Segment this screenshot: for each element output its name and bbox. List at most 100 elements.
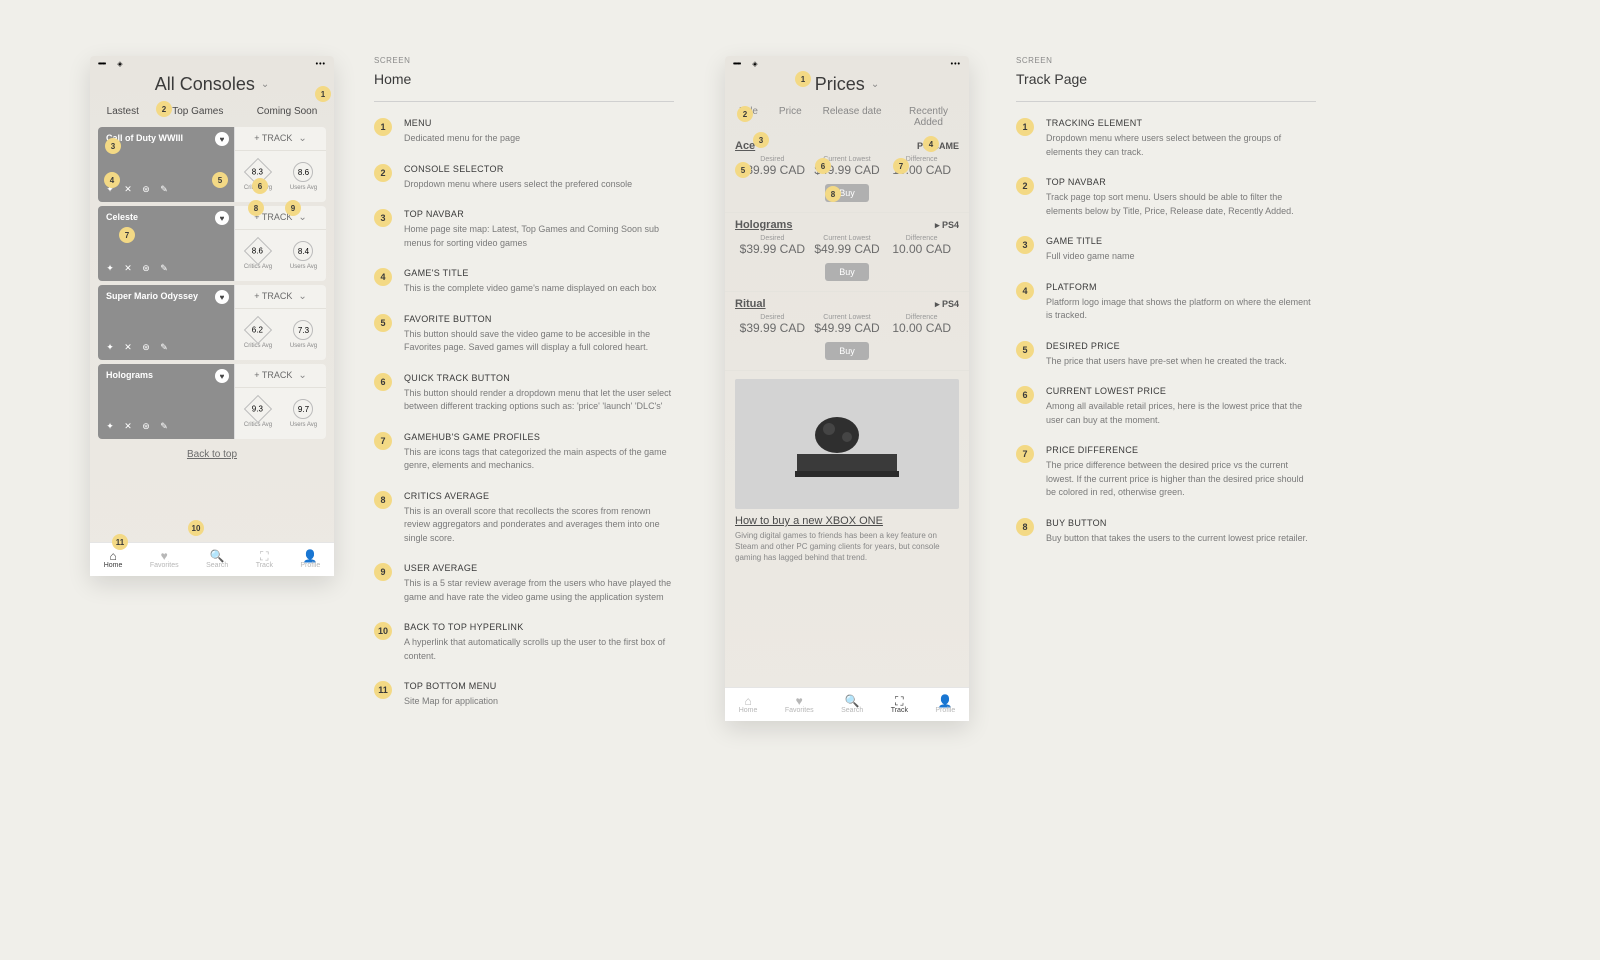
callout-badge: 7 — [119, 227, 135, 243]
annotation-item: 8 BUY BUTTON Buy button that takes the u… — [1016, 518, 1316, 546]
nav-search[interactable]: 🔍Search — [206, 550, 228, 569]
nav-home[interactable]: ⌂Home — [739, 695, 758, 714]
annotation-item: 3 TOP NAVBAR Home page site map: Latest,… — [374, 209, 674, 250]
annotation-number: 9 — [374, 563, 392, 581]
nav-track[interactable]: ⛶Track — [256, 550, 273, 569]
annotation-number: 1 — [374, 118, 392, 136]
annotation-item: 5 DESIRED PRICE The price that users hav… — [1016, 341, 1316, 369]
game-card: Celeste ♥ ✦ ✕ ⊛ ✎ + TRACK⌄ 8.6 Critics A… — [98, 206, 326, 281]
favorite-button[interactable]: ♥ — [215, 132, 229, 146]
article-description: Giving digital games to friends has been… — [735, 530, 959, 564]
game-image[interactable]: Super Mario Odyssey ♥ ✦ ✕ ⊛ ✎ — [98, 285, 234, 360]
more-icon[interactable]: ••• — [316, 61, 326, 68]
tab-price[interactable]: Price — [779, 106, 802, 128]
annotation-description: Dropdown menu where users select between… — [1046, 132, 1316, 159]
users-score: 8.4 Users Avg — [290, 241, 317, 270]
annotation-number: 11 — [374, 681, 392, 699]
nav-home[interactable]: ⌂Home — [104, 550, 123, 569]
tab-coming-soon[interactable]: Coming Soon — [257, 106, 318, 117]
callout-badge: 3 — [753, 132, 769, 148]
buy-button[interactable]: Buy — [825, 263, 869, 281]
annotation-title: TOP NAVBAR — [1046, 177, 1316, 187]
annotation-title: GAMEHUB'S GAME PROFILES — [404, 432, 674, 442]
game-image[interactable]: Holograms ♥ ✦ ✕ ⊛ ✎ — [98, 364, 234, 439]
card-side-panel: + TRACK⌄ 8.6 Critics Avg 8.4 Users Avg — [234, 206, 326, 281]
buy-button[interactable]: Buy — [825, 342, 869, 360]
current-lowest-price: Current Lowest$49.99 CAD — [810, 235, 885, 256]
annotation-item: 6 QUICK TRACK BUTTON This button should … — [374, 373, 674, 414]
card-side-panel: + TRACK⌄ 8.3 Critics Avg 8.6 Users Avg — [234, 127, 326, 202]
game-title-link[interactable]: Holograms — [735, 219, 792, 231]
annotation-title: GAME TITLE — [1046, 236, 1135, 246]
annotation-item: 5 FAVORITE BUTTON This button should sav… — [374, 314, 674, 355]
track-top-navbar: Title Price Release date Recently Added — [725, 103, 969, 134]
tab-recently-added[interactable]: Recently Added — [902, 106, 954, 128]
favorite-button[interactable]: ♥ — [215, 290, 229, 304]
tracking-element-dropdown[interactable]: Prices ⌄ — [725, 68, 969, 103]
callout-badge: 9 — [285, 200, 301, 216]
users-score: 7.3 Users Avg — [290, 320, 317, 349]
page-title: Prices — [815, 74, 865, 95]
favorite-button[interactable]: ♥ — [215, 369, 229, 383]
tab-latest[interactable]: Lastest — [107, 106, 139, 117]
game-title-link[interactable]: Ace — [735, 140, 755, 152]
panel-label: SCREEN — [374, 56, 674, 65]
more-icon[interactable]: ••• — [951, 61, 961, 68]
genre-icon: ⊛ — [140, 184, 152, 196]
platform-badge: ▸ PS4 — [935, 299, 959, 310]
annotation-description: Platform logo image that shows the platf… — [1046, 296, 1316, 323]
game-title-link[interactable]: Ritual — [735, 298, 766, 310]
nav-search[interactable]: 🔍Search — [841, 695, 863, 714]
status-bar: ••••• ◈ ••• — [725, 56, 969, 68]
genre-icon: ⊛ — [140, 342, 152, 354]
favorite-button[interactable]: ♥ — [215, 211, 229, 225]
console-selector[interactable]: All Consoles ⌄ — [90, 68, 334, 103]
game-card: Holograms ♥ ✦ ✕ ⊛ ✎ + TRACK⌄ 9.3 Critics… — [98, 364, 326, 439]
annotation-description: The price that users have pre-set when h… — [1046, 355, 1287, 369]
annotation-description: Site Map for application — [404, 695, 498, 709]
game-image[interactable]: Celeste ♥ ✦ ✕ ⊛ ✎ — [98, 206, 234, 281]
annotation-title: FAVORITE BUTTON — [404, 314, 674, 324]
annotation-item: 1 MENU Dedicated menu for the page — [374, 118, 674, 146]
nav-profile[interactable]: 👤Profile — [300, 550, 320, 569]
nav-track[interactable]: ⛶Track — [891, 695, 908, 714]
bottom-nav: ⌂Home ♥Favorites 🔍Search ⛶Track 👤Profile — [725, 687, 969, 721]
chevron-down-icon: ⌄ — [298, 370, 306, 381]
nav-profile[interactable]: 👤Profile — [935, 695, 955, 714]
annotation-description: This is a 5 star review average from the… — [404, 577, 674, 604]
quick-track-button[interactable]: + TRACK⌄ — [235, 127, 326, 151]
annotation-description: Buy button that takes the users to the c… — [1046, 532, 1308, 546]
game-image[interactable]: Call of Duty WWIII ♥ ✦ ✕ ⊛ ✎ — [98, 127, 234, 202]
quick-track-button[interactable]: + TRACK⌄ — [235, 285, 326, 309]
annotation-description: This button should render a dropdown men… — [404, 387, 674, 414]
annotation-item: 3 GAME TITLE Full video game name — [1016, 236, 1316, 264]
genre-icon: ⊛ — [140, 263, 152, 275]
signal-dots: ••••• — [98, 61, 105, 68]
quick-track-button[interactable]: + TRACK⌄ — [235, 364, 326, 388]
genre-icon: ✦ — [104, 421, 116, 433]
annotation-item: 7 GAMEHUB'S GAME PROFILES This are icons… — [374, 432, 674, 473]
callout-badge: 2 — [156, 101, 172, 117]
price-difference: Difference10.00 CAD — [884, 314, 959, 335]
panel-label: SCREEN — [1016, 56, 1316, 65]
nav-favorites[interactable]: ♥Favorites — [150, 550, 179, 569]
callout-badge: 11 — [112, 534, 128, 550]
nav-favorites[interactable]: ♥Favorites — [785, 695, 814, 714]
genre-icon: ✎ — [158, 342, 170, 354]
annotation-number: 8 — [1016, 518, 1034, 536]
game-title: Super Mario Odyssey — [106, 291, 226, 301]
annotation-description: Home page site map: Latest, Top Games an… — [404, 223, 674, 250]
game-profile-icons: ✦ ✕ ⊛ ✎ — [104, 421, 170, 433]
tab-release-date[interactable]: Release date — [823, 106, 882, 128]
article-title[interactable]: How to buy a new XBOX ONE — [735, 515, 959, 527]
chevron-down-icon: ⌄ — [298, 212, 306, 223]
tab-top-games[interactable]: Top Games — [172, 106, 223, 117]
annotation-number: 2 — [1016, 177, 1034, 195]
phone-track: ••••• ◈ ••• Prices ⌄ Title Price Release… — [725, 56, 969, 721]
annotation-description: Track page top sort menu. Users should b… — [1046, 191, 1316, 218]
annotation-panel-home: SCREEN Home 1 MENU Dedicated menu for th… — [374, 56, 674, 727]
annotation-title: PLATFORM — [1046, 282, 1316, 292]
annotation-description: Dropdown menu where users select the pre… — [404, 178, 632, 192]
annotation-item: 11 TOP BOTTOM MENU Site Map for applicat… — [374, 681, 674, 709]
back-to-top-link[interactable]: Back to top — [90, 443, 334, 466]
